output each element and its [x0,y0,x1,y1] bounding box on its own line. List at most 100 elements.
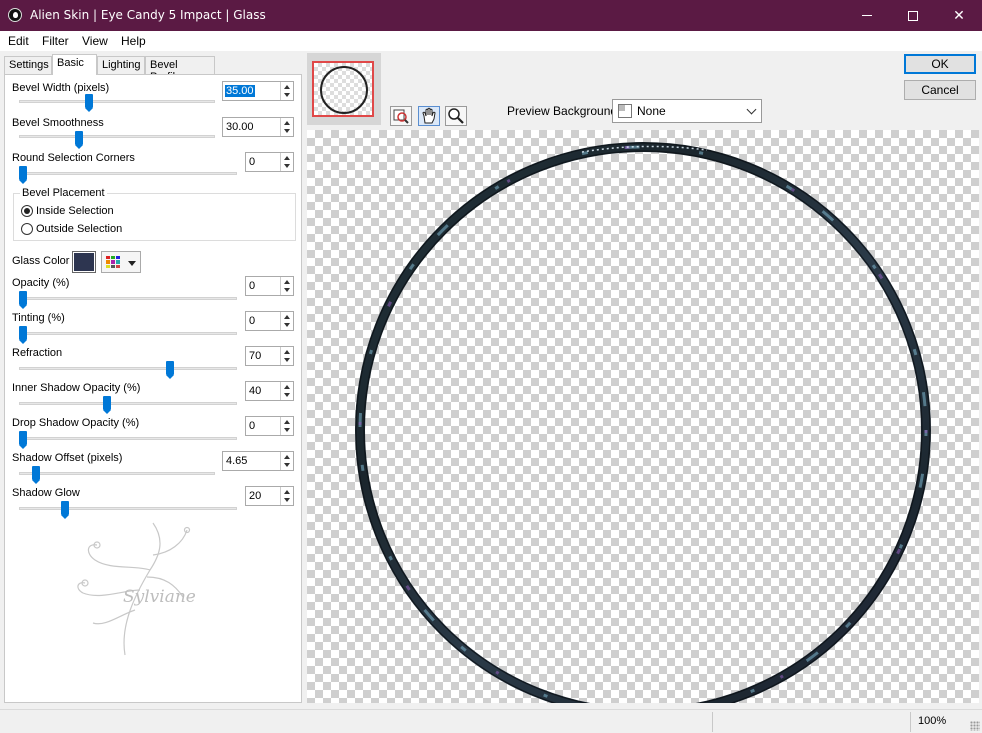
navigator-viewport[interactable] [312,61,374,117]
watermark-text: Sylviane [123,587,196,607]
bevel-smoothness-value: 30.00 [226,121,254,133]
shadow-glow-spinner[interactable] [280,487,293,505]
inner-shadow-opacity-value: 40 [249,385,262,397]
refraction-spinner[interactable] [280,347,293,365]
opacity-thumb[interactable] [19,291,27,309]
shadow-offset-field[interactable]: 4.65 [222,451,294,471]
shadow-glow-thumb[interactable] [61,501,69,519]
tinting-slider[interactable] [19,332,237,335]
menu-edit[interactable]: Edit [8,34,29,48]
opacity-label: Opacity (%) [12,277,70,289]
hand-icon [422,107,436,124]
round-corners-slider[interactable] [19,172,237,175]
inner-shadow-opacity-spinner[interactable] [280,382,293,400]
shadow-offset-value: 4.65 [226,455,248,467]
app-icon [8,8,22,22]
inner-shadow-opacity-slider[interactable] [19,402,237,405]
minimize-button[interactable] [844,0,890,31]
refraction-value: 70 [249,350,262,362]
opacity-slider[interactable] [19,297,237,300]
round-corners-field[interactable]: 0 [245,152,294,172]
tab-basic[interactable]: Basic [52,54,97,75]
glass-ring-preview [355,142,931,703]
tinting-field[interactable]: 0 [245,311,294,331]
inside-selection-radio[interactable] [21,205,33,217]
bevel-width-label: Bevel Width (pixels) [12,82,110,94]
close-icon: ✕ [953,7,965,24]
bevel-width-spinner[interactable] [280,82,293,100]
menu-bar: Edit Filter View Help [0,31,982,51]
tinting-label: Tinting (%) [12,312,65,324]
round-corners-label: Round Selection Corners [12,152,135,164]
hand-tool-button[interactable] [418,106,440,126]
glass-color-swatch[interactable] [72,251,96,273]
preview-canvas[interactable] [307,130,979,703]
background-swatch-icon [618,104,632,118]
tinting-spinner[interactable] [280,312,293,330]
inner-shadow-opacity-label: Inner Shadow Opacity (%) [12,382,141,394]
drop-shadow-opacity-field[interactable]: 0 [245,416,294,436]
bevel-width-thumb[interactable] [84,94,93,112]
menu-filter[interactable]: Filter [42,34,69,48]
shadow-offset-thumb[interactable] [32,466,41,484]
shadow-offset-spinner[interactable] [280,452,293,470]
outside-selection-label[interactable]: Outside Selection [36,223,122,235]
opacity-value: 0 [249,280,256,292]
zoom-level: 100% [918,715,947,727]
tab-lighting[interactable]: Lighting [97,56,145,74]
navigator-tool-button[interactable] [390,106,412,126]
bevel-placement-label: Bevel Placement [20,187,107,199]
inside-selection-label[interactable]: Inside Selection [36,205,114,217]
tab-bevel-profile[interactable]: Bevel Profile [145,56,215,83]
round-corners-thumb[interactable] [19,166,27,184]
drop-shadow-opacity-value: 0 [249,420,256,432]
tinting-value: 0 [249,315,256,327]
refraction-field[interactable]: 70 [245,346,294,366]
cancel-button[interactable]: Cancel [904,80,976,100]
bevel-width-field[interactable]: 35.00 [222,81,294,101]
bevel-smoothness-thumb[interactable] [75,131,84,149]
maximize-icon [908,10,918,21]
round-corners-spinner[interactable] [280,153,293,171]
round-corners-value: 0 [249,156,256,168]
menu-help[interactable]: Help [121,34,146,48]
bevel-smoothness-spinner[interactable] [280,118,293,136]
bevel-smoothness-field[interactable]: 30.00 [222,117,294,137]
status-separator [712,712,713,732]
bevel-smoothness-slider[interactable] [19,135,215,138]
drop-shadow-opacity-thumb[interactable] [19,431,27,449]
preview-background-value: None [637,104,666,118]
preview-background-label: Preview Background: [507,104,621,118]
drop-shadow-opacity-slider[interactable] [19,437,237,440]
shadow-offset-slider[interactable] [19,472,215,475]
menu-view[interactable]: View [82,34,108,48]
maximize-button[interactable] [890,0,936,31]
inner-shadow-opacity-field[interactable]: 40 [245,381,294,401]
bevel-smoothness-label: Bevel Smoothness [12,117,104,129]
inner-shadow-opacity-thumb[interactable] [103,396,111,414]
opacity-field[interactable]: 0 [245,276,294,296]
navigator-icon [393,109,409,124]
resize-grip[interactable] [970,721,980,731]
tinting-thumb[interactable] [19,326,27,344]
tab-settings[interactable]: Settings [4,56,52,74]
title-bar: Alien Skin | Eye Candy 5 Impact | Glass … [0,0,982,31]
zoom-tool-button[interactable] [445,106,467,126]
preview-background-select[interactable]: None [612,99,762,123]
opacity-spinner[interactable] [280,277,293,295]
drop-shadow-opacity-spinner[interactable] [280,417,293,435]
outside-selection-radio[interactable] [21,223,33,235]
refraction-slider[interactable] [19,367,237,370]
close-button[interactable]: ✕ [936,0,982,31]
bevel-width-slider[interactable] [19,100,215,103]
ok-button[interactable]: OK [904,54,976,74]
zoom-icon [448,108,464,124]
refraction-thumb[interactable] [166,361,174,379]
navigator-thumbnail[interactable] [307,53,381,125]
color-palette-button[interactable] [101,251,141,273]
bevel-width-value: 35.00 [225,85,255,97]
shadow-glow-slider[interactable] [19,507,237,510]
drop-shadow-opacity-label: Drop Shadow Opacity (%) [12,417,140,429]
shadow-glow-field[interactable]: 20 [245,486,294,506]
thumbnail-ring [320,66,368,114]
